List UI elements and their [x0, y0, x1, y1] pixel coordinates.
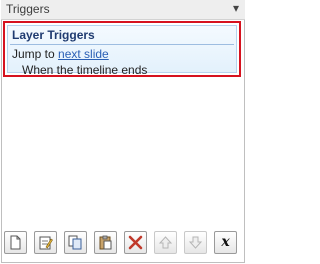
- copy-button[interactable]: [64, 231, 87, 254]
- copy-icon: [68, 235, 82, 250]
- trigger-action[interactable]: Jump to next slide: [12, 47, 109, 61]
- move-down-button[interactable]: [184, 231, 207, 254]
- section-header: Layer Triggers: [12, 28, 95, 42]
- panel-title: Triggers: [6, 2, 50, 16]
- caret-down-icon[interactable]: ▾: [233, 1, 239, 15]
- triggers-panel: Triggers ▾ Layer Triggers Jump to next s…: [0, 0, 247, 264]
- paste-button[interactable]: [94, 231, 117, 254]
- new-trigger-icon: [10, 235, 21, 250]
- move-up-icon: [158, 236, 173, 249]
- trigger-condition[interactable]: When the timeline ends: [22, 63, 147, 77]
- move-down-icon: [188, 236, 203, 249]
- variables-icon: x: [221, 234, 230, 250]
- action-prefix: Jump to: [12, 47, 55, 61]
- variables-button[interactable]: x: [214, 231, 237, 254]
- highlight-outline: Layer Triggers Jump to next slide When t…: [3, 21, 241, 77]
- panel-title-bar[interactable]: Triggers ▾: [1, 0, 245, 20]
- move-up-button[interactable]: [154, 231, 177, 254]
- new-trigger-button[interactable]: [4, 231, 27, 254]
- delete-button[interactable]: [124, 231, 147, 254]
- action-target-link[interactable]: next slide: [58, 47, 109, 61]
- edit-trigger-icon: [39, 236, 53, 250]
- layer-triggers-group[interactable]: Layer Triggers Jump to next slide When t…: [7, 25, 237, 77]
- header-divider: [10, 44, 234, 45]
- edit-trigger-button[interactable]: [34, 231, 57, 254]
- delete-icon: [128, 235, 143, 250]
- paste-icon: [99, 235, 112, 250]
- triggers-toolbar: x: [4, 231, 244, 257]
